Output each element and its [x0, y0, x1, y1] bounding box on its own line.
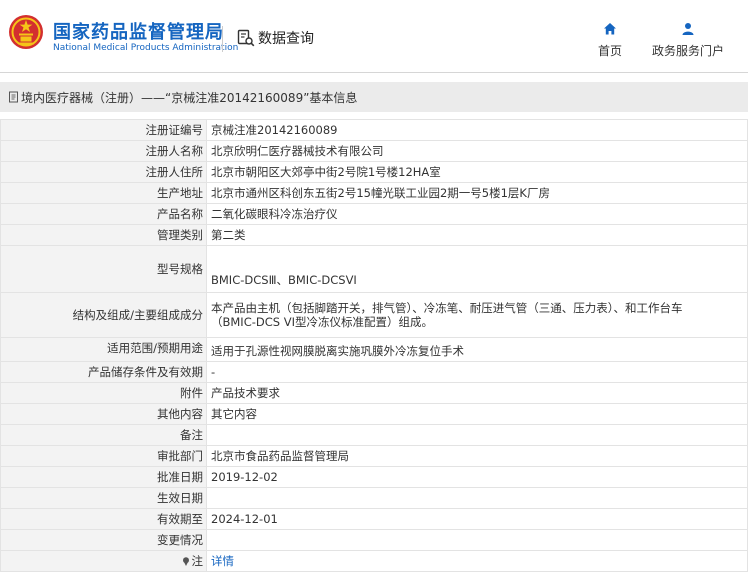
row-value: 2024-12-01 — [206, 508, 748, 530]
table-row: 变更情况 — [0, 529, 748, 551]
row-value — [206, 487, 748, 509]
row-label: 生效日期 — [0, 487, 207, 509]
table-row: 有效期至 2024-12-01 — [0, 508, 748, 530]
pin-icon — [182, 557, 189, 566]
org-name-en: National Medical Products Administration — [53, 43, 239, 53]
row-value: 适用于孔源性视网膜脱离实施巩膜外冷冻复位手术 — [206, 337, 748, 362]
row-value: 北京市朝阳区大郊亭中街2号院1号楼12HA室 — [206, 161, 748, 183]
row-label: 适用范围/预期用途 — [0, 337, 207, 362]
row-label: 注 — [191, 554, 204, 568]
org-name-cn: 国家药品监督管理局 — [53, 22, 224, 43]
table-row: 附件 产品技术要求 — [0, 382, 748, 404]
breadcrumb: 境内医疗器械（注册）——“京械注准20142160089”基本信息 — [0, 82, 748, 112]
search-document-icon — [237, 29, 255, 47]
row-value — [206, 529, 748, 551]
row-value: 本产品由主机（包括脚踏开关，排气管）、冷冻笔、耐压进气管（三通、压力表）、和工作… — [206, 292, 748, 338]
row-label: 注册证编号 — [0, 119, 207, 141]
row-label: 审批部门 — [0, 445, 207, 467]
detail-table: 注册证编号 京械注准20142160089 注册人名称 北京欣明仁医疗器械技术有… — [0, 119, 748, 572]
table-row: 管理类别 第二类 — [0, 224, 748, 246]
row-value-line: 本产品由主机（包括脚踏开关，排气管）、冷冻笔、耐压进气管（三通、压力表）、和工作… — [211, 301, 683, 315]
note-label-cell: 注 — [0, 550, 207, 572]
row-value: 二氧化碳眼科冷冻治疗仪 — [206, 203, 748, 225]
table-row: 型号规格 BMIC-DCSⅢ、BMIC-DCSVI — [0, 245, 748, 293]
row-value: 北京欣明仁医疗器械技术有限公司 — [206, 140, 748, 162]
row-label: 注册人名称 — [0, 140, 207, 162]
nav-home[interactable]: 首页 — [598, 22, 622, 59]
nav-home-label: 首页 — [598, 44, 623, 58]
breadcrumb-text: 境内医疗器械（注册）——“京械注准20142160089”基本信息 — [21, 90, 358, 105]
header-separator — [0, 72, 748, 73]
site-header: 国家药品监督管理局 National Medical Products Admi… — [0, 0, 748, 72]
row-value — [206, 424, 748, 446]
row-value: 北京市通州区科创东五街2号15幢光联工业园2期一号5楼1层K厂房 — [206, 182, 748, 204]
document-icon — [9, 91, 18, 103]
user-icon — [682, 23, 694, 35]
row-value: - — [206, 361, 748, 383]
national-emblem-icon — [9, 15, 43, 49]
row-value: 第二类 — [206, 224, 748, 246]
row-label: 管理类别 — [0, 224, 207, 246]
table-row: 批准日期 2019-12-02 — [0, 466, 748, 488]
row-label: 有效期至 — [0, 508, 207, 530]
table-row: 注册证编号 京械注准20142160089 — [0, 119, 748, 141]
table-row: 审批部门 北京市食品药品监督管理局 — [0, 445, 748, 467]
row-label: 生产地址 — [0, 182, 207, 204]
row-value: 其它内容 — [206, 403, 748, 425]
table-row: 其他内容 其它内容 — [0, 403, 748, 425]
row-value: 2019-12-02 — [206, 466, 748, 488]
row-label: 其他内容 — [0, 403, 207, 425]
row-label: 结构及组成/主要组成成分 — [0, 292, 207, 338]
row-label: 附件 — [0, 382, 207, 404]
row-value: 产品技术要求 — [206, 382, 748, 404]
data-query-label: 数据查询 — [258, 31, 314, 47]
nav-gov-service[interactable]: 政务服务门户 — [652, 22, 724, 59]
table-row: 注册人住所 北京市朝阳区大郊亭中街2号院1号楼12HA室 — [0, 161, 748, 183]
row-label: 注册人住所 — [0, 161, 207, 183]
table-row: 注册人名称 北京欣明仁医疗器械技术有限公司 — [0, 140, 748, 162]
home-icon — [604, 23, 616, 35]
table-row: 注 详情 — [0, 550, 748, 572]
row-label: 备注 — [0, 424, 207, 446]
table-row: 生效日期 — [0, 487, 748, 509]
table-row: 适用范围/预期用途 适用于孔源性视网膜脱离实施巩膜外冷冻复位手术 — [0, 337, 748, 362]
table-row: 备注 — [0, 424, 748, 446]
row-label: 产品储存条件及有效期 — [0, 361, 207, 383]
row-value: BMIC-DCSⅢ、BMIC-DCSVI — [206, 245, 748, 293]
row-value: 详情 — [206, 550, 748, 572]
table-row: 结构及组成/主要组成成分 本产品由主机（包括脚踏开关，排气管）、冷冻笔、耐压进气… — [0, 292, 748, 338]
header-divider — [222, 26, 223, 52]
table-row: 产品名称 二氧化碳眼科冷冻治疗仪 — [0, 203, 748, 225]
row-value: 京械注准20142160089 — [206, 119, 748, 141]
detail-link[interactable]: 详情 — [211, 554, 234, 568]
row-value: 北京市食品药品监督管理局 — [206, 445, 748, 467]
table-row: 产品储存条件及有效期 - — [0, 361, 748, 383]
row-label: 型号规格 — [0, 245, 207, 293]
row-label: 变更情况 — [0, 529, 207, 551]
row-value-line: （BMIC-DCS VI型冷冻仪标准配置）组成。 — [211, 315, 433, 329]
table-row: 生产地址 北京市通州区科创东五街2号15幢光联工业园2期一号5楼1层K厂房 — [0, 182, 748, 204]
data-query-link[interactable]: 数据查询 — [237, 28, 314, 48]
row-label: 产品名称 — [0, 203, 207, 225]
row-label: 批准日期 — [0, 466, 207, 488]
nav-gov-service-label: 政务服务门户 — [652, 44, 725, 58]
